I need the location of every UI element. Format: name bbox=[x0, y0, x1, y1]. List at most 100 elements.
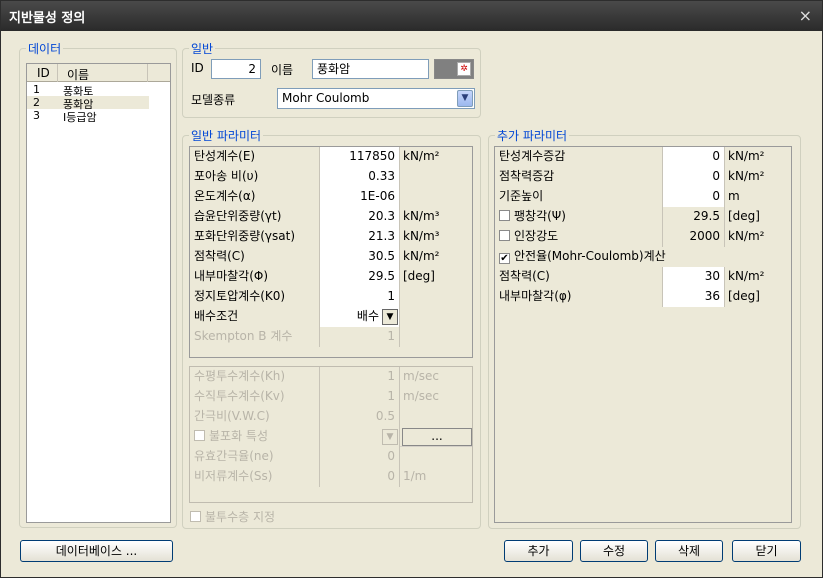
param-value-field[interactable]: 0 bbox=[663, 187, 725, 207]
param-row: 탄성계수(E) 117850 kN/m² bbox=[190, 147, 472, 167]
param-value-field[interactable]: 30.5 bbox=[320, 247, 400, 267]
param-label: 점착력증감 bbox=[495, 167, 663, 187]
drainage-row: 배수조건 배수 ▼ bbox=[190, 307, 472, 327]
safety-checkbox[interactable]: ✔ 안전율(Mohr-Coulomb)계산 bbox=[495, 247, 791, 267]
param-value-field[interactable]: 2000 bbox=[663, 227, 725, 247]
param-label: 포화단위중량(γsat) bbox=[190, 227, 320, 247]
chevron-down-icon: ▼ bbox=[382, 429, 398, 445]
param-row: 정지토압계수(K0) 1 bbox=[190, 287, 472, 307]
param-value-field[interactable]: 0 bbox=[320, 447, 400, 467]
param-label: 탄성계수(E) bbox=[190, 147, 320, 167]
param-unit bbox=[400, 407, 472, 427]
database-button[interactable]: 데이터베이스 ... bbox=[20, 540, 173, 562]
unsaturated-checkbox[interactable]: 불포화 특성 bbox=[190, 427, 320, 447]
param-row: 기준높이 0 m bbox=[495, 187, 791, 207]
data-legend: 데이터 bbox=[26, 40, 64, 57]
add-button[interactable]: 추가 bbox=[504, 540, 573, 562]
modify-button[interactable]: 수정 bbox=[580, 540, 648, 562]
unsaturated-label: 불포화 특성 bbox=[209, 429, 269, 443]
color-picker-button[interactable]: ✲ bbox=[434, 59, 474, 79]
model-select[interactable]: Mohr Coulomb ▼ bbox=[277, 88, 475, 109]
dialog-window: 지반물성 정의 × 데이터 ID 이름 1 풍화토 2 풍화암 3 I등급암 일… bbox=[0, 0, 823, 578]
param-unit: kN/m² bbox=[400, 147, 472, 167]
param-unit bbox=[400, 167, 472, 187]
model-value: Mohr Coulomb bbox=[282, 91, 370, 105]
ellipsis-button[interactable]: ... bbox=[402, 428, 472, 446]
delete-button[interactable]: 삭제 bbox=[655, 540, 723, 562]
param-value-field[interactable]: 117850 bbox=[320, 147, 400, 167]
param-row: 탄성계수증감 0 kN/m² bbox=[495, 147, 791, 167]
param-unit bbox=[400, 187, 472, 207]
checkmark-icon: ✔ bbox=[499, 253, 510, 264]
param-label: 내부마찰각(φ) bbox=[495, 287, 663, 307]
list-item-id: 2 bbox=[33, 96, 40, 109]
checkbox-icon[interactable] bbox=[499, 230, 510, 241]
name-field[interactable]: 풍화암 bbox=[312, 59, 429, 79]
param-value-field[interactable]: 0.5 bbox=[320, 407, 400, 427]
list-item-selected[interactable]: 2 풍화암 bbox=[27, 96, 149, 111]
param-label: 점착력(C) bbox=[190, 247, 320, 267]
param-row: 내부마찰각(Φ) 29.5 [deg] bbox=[190, 267, 472, 287]
list-item[interactable]: 1 풍화토 bbox=[27, 83, 170, 98]
param-unit: kN/m³ bbox=[400, 227, 472, 247]
param-value-field[interactable]: 21.3 bbox=[320, 227, 400, 247]
param-row: 포화단위중량(γsat) 21.3 kN/m³ bbox=[190, 227, 472, 247]
unsaturated-row: 불포화 특성 ▼... bbox=[190, 427, 472, 447]
param-row: 인장강도 2000 kN/m² bbox=[495, 227, 791, 247]
param-label: 수직투수계수(Kv) bbox=[190, 387, 320, 407]
param-unit: kN/m² bbox=[725, 147, 791, 167]
param-row: 점착력(C) 30.5 kN/m² bbox=[190, 247, 472, 267]
param-value-field[interactable]: 1 bbox=[320, 387, 400, 407]
param-value-field[interactable]: 0.33 bbox=[320, 167, 400, 187]
close-icon[interactable]: × bbox=[799, 6, 812, 25]
param-label: 정지토압계수(K0) bbox=[190, 287, 320, 307]
skempton-unit bbox=[400, 327, 472, 347]
param-row: 포아송 비(υ) 0.33 bbox=[190, 167, 472, 187]
model-label: 모델종류 bbox=[191, 93, 236, 107]
param-unit: [deg] bbox=[400, 267, 472, 287]
list-item[interactable]: 3 I등급암 bbox=[27, 109, 170, 124]
param-unit: kN/m² bbox=[400, 247, 472, 267]
list-item-name: I등급암 bbox=[63, 111, 97, 124]
chevron-down-icon[interactable]: ▼ bbox=[382, 309, 398, 325]
param-unit: kN/m² bbox=[725, 227, 791, 247]
col-name-header[interactable]: 이름 bbox=[67, 66, 89, 83]
id-field[interactable]: 2 bbox=[211, 59, 261, 79]
param-row: 수직투수계수(Kv) 1 m/sec bbox=[190, 387, 472, 407]
param-value-field[interactable]: 0 bbox=[663, 147, 725, 167]
window-title: 지반물성 정의 bbox=[9, 11, 86, 26]
impermeable-checkbox[interactable]: 불투수층 지정 bbox=[190, 508, 275, 525]
param-value-field[interactable]: 1E-06 bbox=[320, 187, 400, 207]
param-label: 습윤단위중량(γt) bbox=[190, 207, 320, 227]
param-row: 온도계수(α) 1E-06 bbox=[190, 187, 472, 207]
general-params-table: 탄성계수(E) 117850 kN/m² 포아송 비(υ) 0.33 온도계수(α) 1E-… bbox=[189, 146, 473, 358]
param-value-field[interactable]: 29.5 bbox=[320, 267, 400, 287]
extra-params-legend: 추가 파라미터 bbox=[495, 127, 570, 144]
skempton-value: 1 bbox=[320, 327, 400, 347]
checkbox-icon[interactable] bbox=[499, 210, 510, 221]
param-label: 유효간극율(ne) bbox=[190, 447, 320, 467]
chevron-down-icon[interactable]: ▼ bbox=[457, 90, 473, 107]
safety-label: 안전율(Mohr-Coulomb)계산 bbox=[514, 249, 666, 263]
param-value-field[interactable]: 0 bbox=[320, 467, 400, 487]
param-label: 포아송 비(υ) bbox=[190, 167, 320, 187]
param-value-field[interactable]: 0 bbox=[663, 167, 725, 187]
skempton-row: Skempton B 계수 1 bbox=[190, 327, 472, 347]
param-label: 탄성계수증감 bbox=[495, 147, 663, 167]
close-button[interactable]: 닫기 bbox=[732, 540, 801, 562]
param-label: 팽창각(Ψ) bbox=[514, 209, 566, 223]
param-unit: 1/m bbox=[400, 467, 472, 487]
param-unit: m bbox=[725, 187, 791, 207]
param-value-field[interactable]: 20.3 bbox=[320, 207, 400, 227]
param-value-field[interactable]: 1 bbox=[320, 287, 400, 307]
extra-params-table: 탄성계수증감 0 kN/m² 점착력증감 0 kN/m² 기준높이 0 m 팽창각(Ψ) 29.5[… bbox=[494, 146, 792, 523]
drainage-label: 배수조건 bbox=[190, 307, 320, 327]
col-id-header[interactable]: ID bbox=[37, 66, 50, 80]
param-value-field[interactable]: 29.5 bbox=[663, 207, 725, 227]
param-unit: m/sec bbox=[400, 387, 472, 407]
param-value-field[interactable]: 1 bbox=[320, 367, 400, 387]
title-bar: 지반물성 정의 × bbox=[1, 1, 822, 31]
param-value-field[interactable]: 36 bbox=[663, 287, 725, 307]
param-value-field[interactable]: 30 bbox=[663, 267, 725, 287]
data-list[interactable]: ID 이름 1 풍화토 2 풍화암 3 I등급암 bbox=[26, 63, 171, 523]
